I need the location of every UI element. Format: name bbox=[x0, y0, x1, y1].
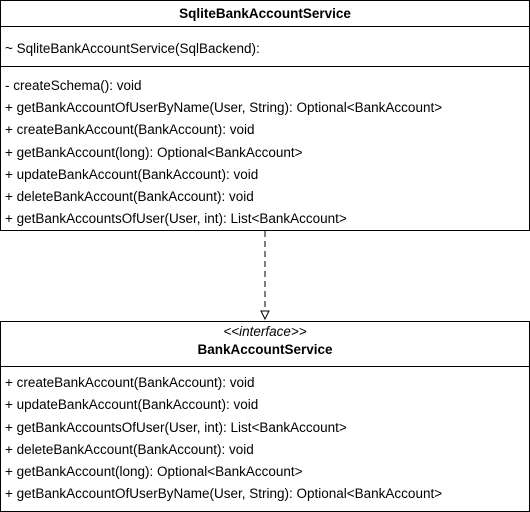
method-member: + getBankAccount(long): Optional<BankAcc… bbox=[5, 144, 303, 160]
interface-method-member: + createBankAccount(BankAccount): void bbox=[5, 375, 255, 390]
constructor-compartment: ~ SqliteBankAccountService(SqlBackend): bbox=[1, 27, 529, 67]
method-member: + getBankAccountOfUserByName(User, Strin… bbox=[5, 100, 443, 116]
class-bank-account-service-interface[interactable]: <<interface>> BankAccountService + creat… bbox=[0, 321, 530, 512]
interface-method-member: + getBankAccount(long): Optional<BankAcc… bbox=[5, 464, 303, 480]
interface-method-member: + getBankAccountOfUserByName(User, Strin… bbox=[5, 486, 443, 502]
class-name: SqliteBankAccountService bbox=[179, 6, 351, 21]
class-sqlite-bank-account-service[interactable]: SqliteBankAccountService ~ SqliteBankAcc… bbox=[0, 0, 530, 231]
interface-name: BankAccountService bbox=[197, 342, 333, 357]
method-member: + deleteBankAccount(BankAccount): void bbox=[5, 189, 254, 205]
constructor-member: ~ SqliteBankAccountService(SqlBackend): bbox=[5, 41, 260, 56]
interface-header: <<interface>> BankAccountService bbox=[1, 322, 529, 367]
hollow-triangle-arrowhead-icon bbox=[260, 310, 270, 321]
method-member: + updateBankAccount(BankAccount): void bbox=[5, 166, 259, 182]
interface-method-member: + getBankAccountsOfUser(User, int): List… bbox=[5, 419, 347, 435]
method-member: + getBankAccountsOfUser(User, int): List… bbox=[5, 211, 347, 227]
interface-method-compartment: + createBankAccount(BankAccount): void +… bbox=[1, 367, 529, 506]
class-header: SqliteBankAccountService bbox=[1, 1, 529, 27]
interface-method-member: + updateBankAccount(BankAccount): void bbox=[5, 397, 259, 413]
interface-stereotype: <<interface>> bbox=[223, 324, 307, 339]
method-member: - createSchema(): void bbox=[5, 78, 142, 93]
interface-method-member: + deleteBankAccount(BankAccount): void bbox=[5, 441, 254, 457]
method-member: + createBankAccount(BankAccount): void bbox=[5, 122, 255, 138]
method-compartment: - createSchema(): void + getBankAccountO… bbox=[1, 67, 529, 230]
